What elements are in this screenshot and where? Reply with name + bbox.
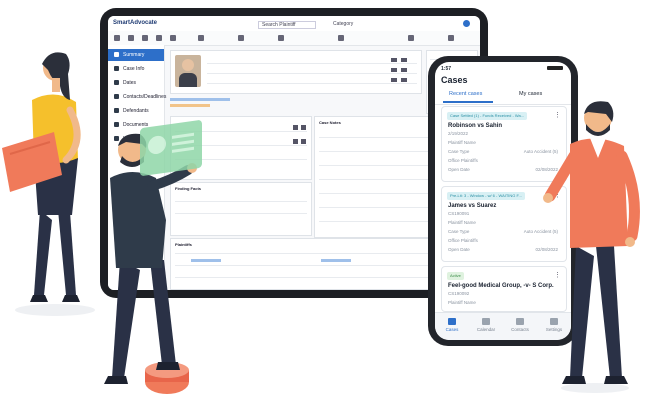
field-label: Plaintiff Name [448, 300, 476, 305]
status-badge: Pre-Lit: 3 - Window - w/ 6 - WAITING F..… [447, 192, 525, 200]
toolbar-icon[interactable] [238, 35, 244, 41]
case-title: James vs Suarez [448, 203, 497, 209]
nav-item-label: Contacts [511, 327, 529, 332]
sidebar-item[interactable]: Contacts/Deadlines [108, 91, 167, 103]
illustration-man-right [543, 101, 640, 393]
sidebar-item-label: Contacts/Deadlines [123, 94, 167, 100]
status-time: 1:57 [441, 66, 452, 72]
field-label: Open Date [448, 167, 470, 172]
contacts-icon [516, 318, 524, 325]
toolbar-icon[interactable] [170, 35, 176, 41]
user-avatar[interactable] [463, 20, 470, 27]
toolbar-icon[interactable] [142, 35, 148, 41]
category-label: Category [333, 21, 354, 27]
toolbar-icon[interactable] [338, 35, 344, 41]
briefcase-icon [114, 66, 119, 71]
nav-item-label: Cases [445, 327, 459, 332]
cases-icon [448, 318, 456, 325]
status-badge: Active [447, 272, 464, 280]
calendar-icon [482, 318, 490, 325]
field-label: Case Type [448, 149, 470, 154]
toolbar-icon[interactable] [448, 35, 454, 41]
nav-item[interactable]: Cases [435, 318, 469, 332]
case-number: CS190092 [448, 291, 470, 296]
tab-recent-cases[interactable]: Recent cases [449, 91, 482, 97]
client-photo [175, 55, 201, 87]
sidebar-item-label: Summary [123, 52, 145, 58]
app-logo: SmartAdvocate [113, 20, 158, 26]
status-badge: Case Settled (1) - Funds Received - Wa..… [447, 112, 528, 120]
signal-battery-icon [547, 66, 563, 70]
sidebar-item[interactable]: Defendants [108, 105, 164, 117]
field-label: Office Plaintiffs [448, 158, 478, 163]
field-label: Open Date [448, 247, 470, 252]
toolbar-icon[interactable] [278, 35, 284, 41]
toolbar-icon[interactable] [198, 35, 204, 41]
search-input[interactable]: Search Plaintiff [258, 21, 316, 29]
page-title: Cases [441, 75, 468, 85]
contacts-icon [114, 94, 119, 99]
field-label: Office Plaintiffs [448, 238, 478, 243]
field-label: Plaintiff Name [448, 220, 476, 225]
toolbar-icon[interactable] [128, 35, 134, 41]
toolbar-icon[interactable] [114, 35, 120, 41]
sidebar-item[interactable]: Summary [108, 49, 164, 61]
sidebar-item[interactable]: Case Info [108, 63, 164, 75]
field-label: Case Type [448, 229, 470, 234]
gavel-icon [114, 108, 119, 113]
sidebar-item[interactable]: Dates [108, 77, 164, 89]
case-title: Robinson vs Sahin [448, 123, 503, 129]
tablet-toolbar [108, 31, 480, 46]
calendar-icon [114, 80, 119, 85]
home-icon [114, 52, 119, 57]
sidebar-item-label: Dates [123, 80, 137, 86]
nav-item[interactable]: Contacts [503, 318, 537, 332]
case-header-panel [170, 50, 422, 94]
case-title: Feel-good Medical Group, -v- S Corp. [448, 283, 554, 289]
hologram-profile-card [140, 119, 202, 177]
nav-item[interactable]: Calendar [469, 318, 503, 332]
case-notes-title: Case Notes [319, 120, 341, 125]
field-label: Plaintiff Name [448, 140, 476, 145]
sidebar-item-label: Case Info [123, 66, 145, 72]
sidebar-item-label: Defendants [123, 108, 149, 114]
case-number: 2/19/2022 [448, 131, 469, 136]
toolbar-icon[interactable] [408, 35, 414, 41]
case-number: CS190091 [448, 211, 470, 216]
tablet-topbar: SmartAdvocate Search Plaintiff Category [108, 16, 480, 32]
tab-my-cases[interactable]: My cases [519, 91, 542, 97]
toolbar-icon[interactable] [156, 35, 162, 41]
nav-item-label: Calendar [476, 327, 496, 332]
